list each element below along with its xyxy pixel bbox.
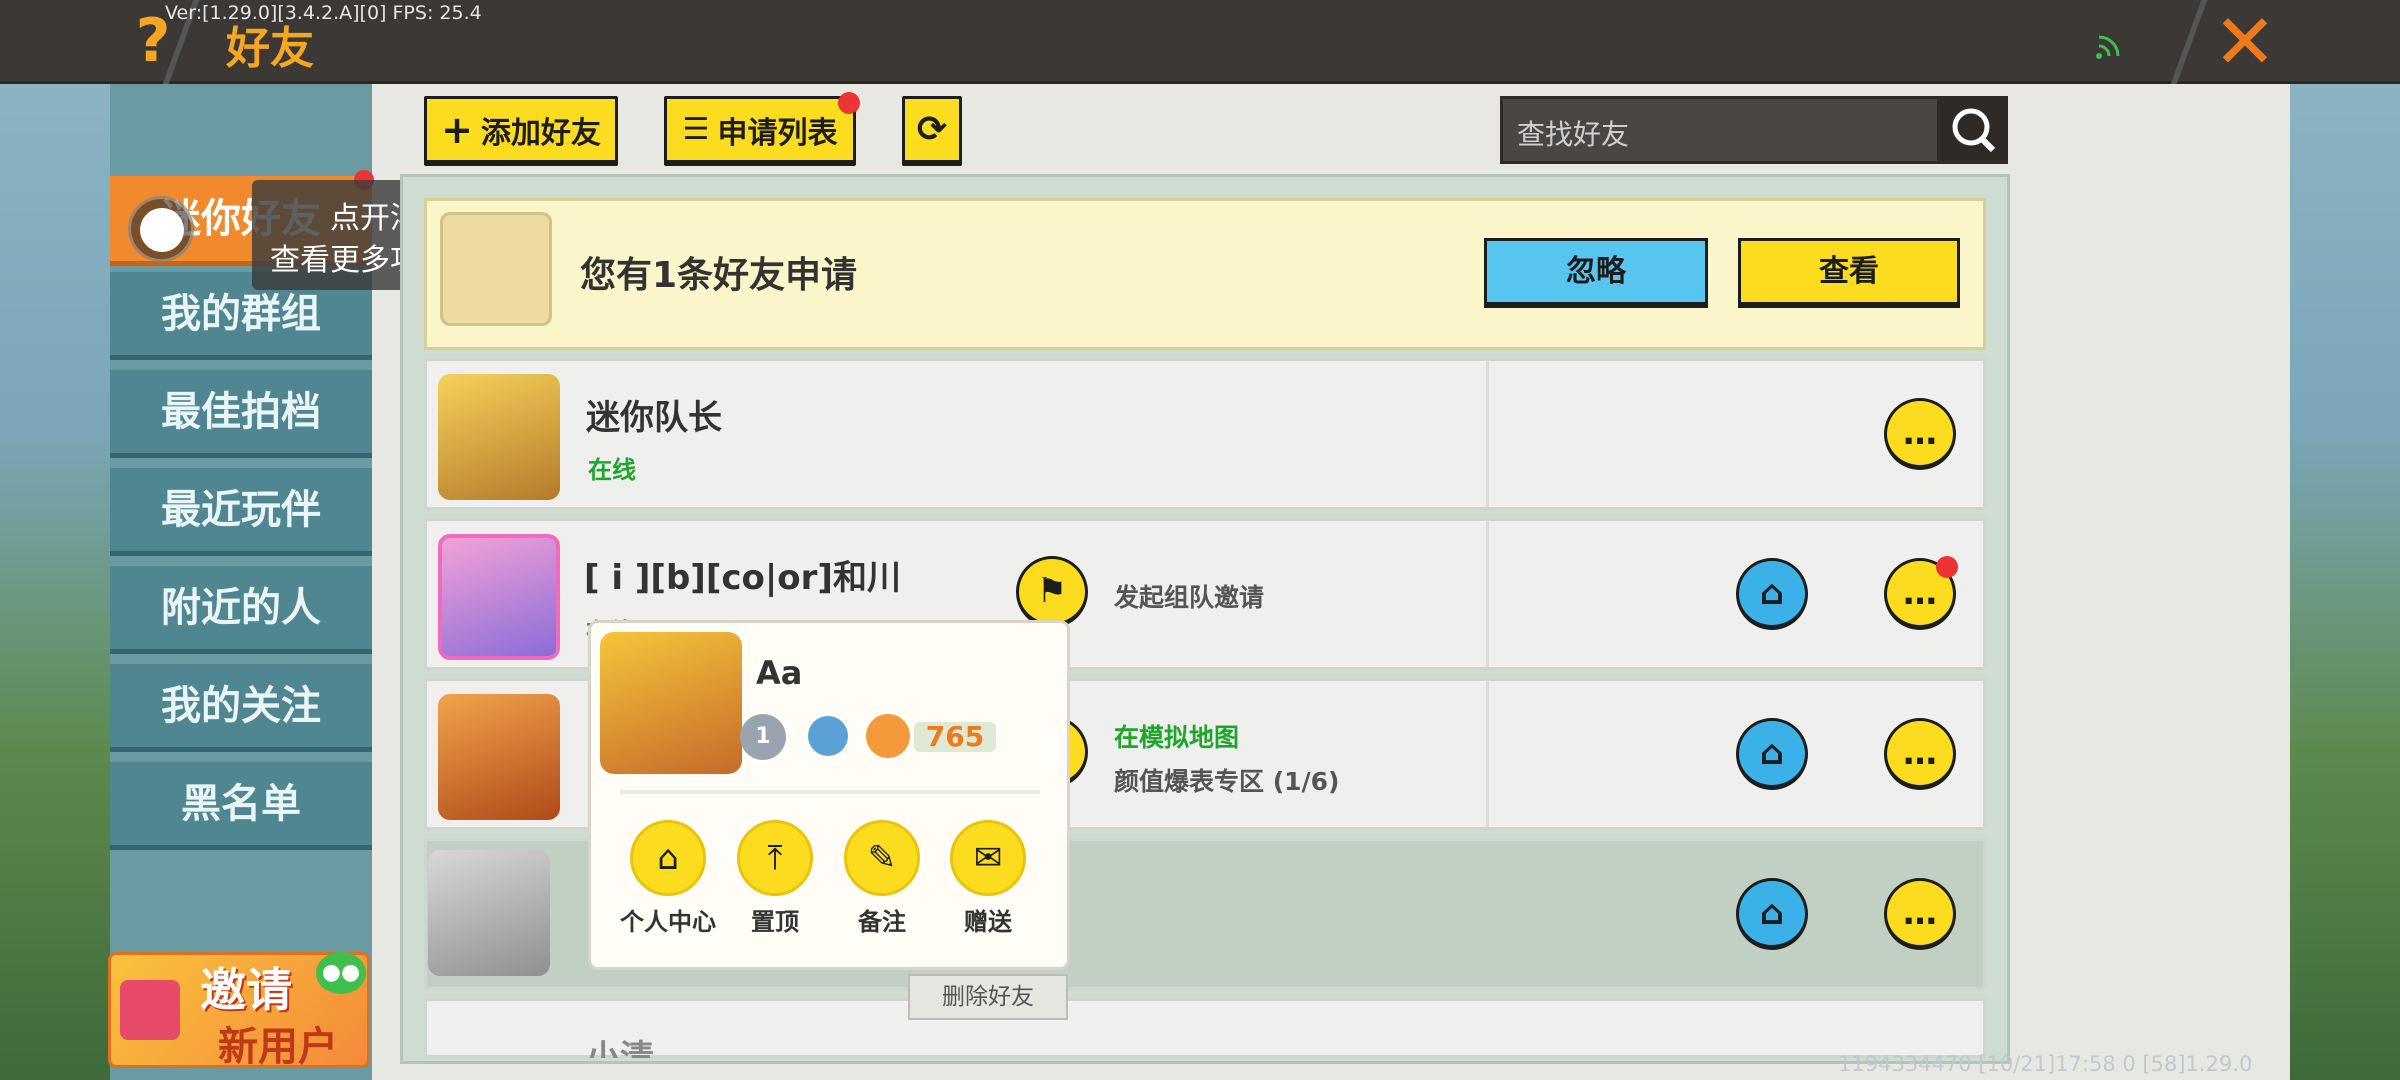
avatar[interactable]: [438, 534, 560, 660]
request-text: 您有1条好友申请: [580, 255, 858, 296]
chat-icon: …: [1903, 413, 1937, 453]
chat-icon: …: [1903, 733, 1937, 773]
search-button[interactable]: [1938, 96, 2008, 164]
add-friend-button[interactable]: + 添加好友: [424, 96, 618, 166]
search-icon: [1952, 108, 1996, 153]
gift-action[interactable]: ✉ 赠送: [938, 820, 1038, 937]
close-icon[interactable]: ✕: [2210, 4, 2280, 80]
avatar[interactable]: [428, 850, 550, 976]
notification-dot: [1936, 556, 1958, 578]
refresh-icon: ⟳: [916, 109, 948, 150]
popup-name: Aa: [756, 654, 803, 692]
pin-action[interactable]: ⤒ 置顶: [725, 820, 825, 937]
gift-icon: [120, 980, 180, 1040]
popularity-score: 765: [914, 722, 996, 752]
profile-action[interactable]: ⌂ 个人中心: [618, 820, 718, 937]
action-label: 备注: [858, 908, 906, 936]
team-invite-label: 发起组队邀请: [1114, 583, 1265, 612]
chat-icon: …: [1903, 893, 1937, 933]
room-info: 颜值爆表专区 (1/6): [1114, 767, 1340, 796]
refresh-button[interactable]: ⟳: [902, 96, 962, 166]
avatar[interactable]: [600, 632, 742, 774]
friend-name: 小清: [586, 1038, 654, 1058]
friend-name: [ i ][b][co|or]和川: [584, 558, 901, 598]
delete-friend-button[interactable]: 删除好友: [908, 974, 1068, 1020]
view-button[interactable]: 查看: [1738, 238, 1960, 308]
search-input[interactable]: 查找好友: [1500, 96, 1940, 164]
sidebar-item-following[interactable]: 我的关注: [110, 664, 372, 752]
avatar[interactable]: [438, 694, 560, 820]
sidebar-item-best-partner[interactable]: 最佳拍档: [110, 370, 372, 458]
gift-icon: ✉: [950, 820, 1026, 896]
home-icon: ⌂: [1759, 733, 1785, 773]
apply-list-button[interactable]: ☰ 申请列表: [664, 96, 856, 166]
divider: [1486, 361, 1489, 507]
chat-button[interactable]: …: [1884, 718, 1956, 790]
sidebar-item-nearby[interactable]: 附近的人: [110, 566, 372, 654]
chat-button[interactable]: …: [1884, 878, 1956, 950]
list-item[interactable]: [424, 998, 1986, 1058]
pin-top-icon: ⤒: [737, 820, 813, 896]
list-icon: ☰: [682, 112, 710, 147]
level-badge: 1: [740, 714, 786, 760]
invite-title: 邀请: [200, 963, 292, 1017]
map-status: 在模拟地图: [1114, 723, 1240, 752]
home-button[interactable]: ⌂: [1736, 718, 1808, 790]
medal-icon: [808, 716, 848, 756]
ignore-button[interactable]: 忽略: [1484, 238, 1708, 308]
flag-icon: ⚑: [1036, 571, 1068, 611]
team-invite-button[interactable]: ⚑: [1016, 556, 1088, 628]
divider: [1486, 521, 1489, 667]
divider: [620, 790, 1040, 794]
notification-dot: [838, 92, 860, 114]
heart-icon: [866, 714, 910, 758]
friend-status: 在线: [588, 456, 636, 484]
chat-icon: …: [1903, 573, 1937, 613]
signal-icon: [2096, 35, 2120, 59]
apply-list-label: 申请列表: [717, 115, 838, 151]
sidebar-item-recent[interactable]: 最近玩伴: [110, 468, 372, 556]
home-button[interactable]: ⌂: [1736, 558, 1808, 630]
float-ball-icon: [140, 208, 184, 252]
mailbox-icon: [440, 212, 552, 326]
sidebar-item-blacklist[interactable]: 黑名单: [110, 762, 372, 850]
version-text: Ver:[1.29.0][3.4.2.A][0] FPS: 25.4: [165, 2, 482, 24]
footer-info: 1194334470 [10/21]17:58 0 [58]1.29.0: [1838, 1052, 2253, 1076]
divider: [1486, 681, 1489, 827]
home-icon: ⌂: [1759, 893, 1785, 933]
action-label: 个人中心: [620, 908, 716, 936]
note-icon: ✎: [844, 820, 920, 896]
add-friend-label: 添加好友: [480, 115, 601, 151]
plus-icon: +: [441, 107, 473, 152]
chat-button[interactable]: …: [1884, 398, 1956, 470]
invite-subtitle: 新用户: [218, 1024, 338, 1070]
home-icon: ⌂: [630, 820, 706, 896]
action-label: 赠送: [964, 908, 1012, 936]
home-button[interactable]: ⌂: [1736, 878, 1808, 950]
note-action[interactable]: ✎ 备注: [832, 820, 932, 937]
home-icon: ⌂: [1759, 573, 1785, 613]
friend-name: 迷你队长: [586, 398, 722, 438]
action-label: 置顶: [751, 908, 799, 936]
avatar[interactable]: [438, 374, 560, 500]
wechat-icon: ●●: [316, 952, 366, 994]
